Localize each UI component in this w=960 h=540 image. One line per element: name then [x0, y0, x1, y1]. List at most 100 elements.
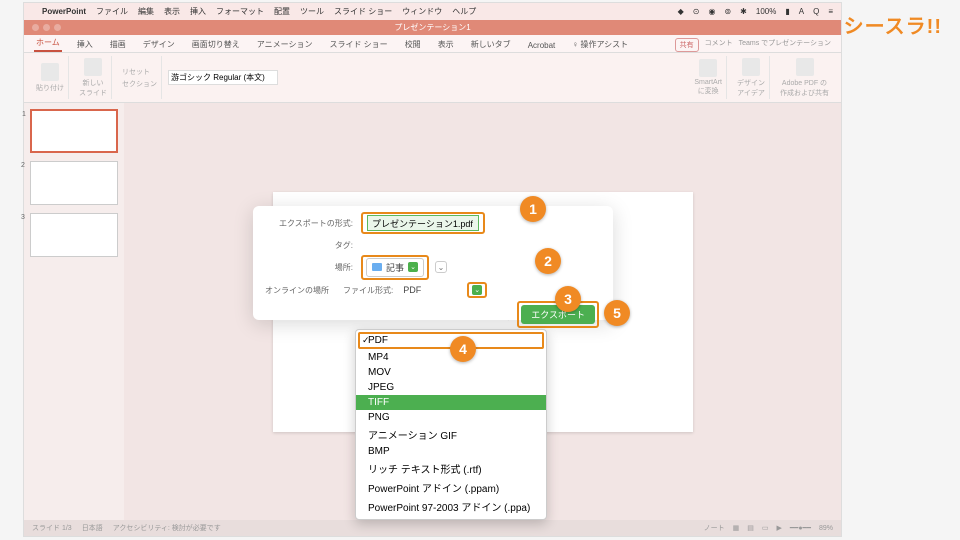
location-label: 場所: — [265, 262, 361, 273]
thumb-3[interactable]: 3 — [30, 213, 118, 257]
design-ideas-icon[interactable] — [742, 58, 760, 76]
dropdown-item-mov[interactable]: MOV — [356, 365, 546, 380]
zoom-value[interactable]: 89% — [819, 525, 833, 532]
battery-icon[interactable]: ▮ — [785, 7, 789, 16]
menu-slideshow[interactable]: スライド ショー — [334, 6, 392, 17]
folder-icon — [372, 263, 382, 271]
view-reading-icon[interactable]: ▭ — [762, 524, 769, 532]
adobe-icon[interactable] — [796, 58, 814, 76]
filename-input[interactable] — [367, 215, 479, 231]
menu-format[interactable]: フォーマット — [216, 6, 264, 17]
maximize-icon[interactable] — [54, 24, 61, 31]
menu-edit[interactable]: 編集 — [138, 6, 154, 17]
menu-view[interactable]: 表示 — [164, 6, 180, 17]
menu-insert[interactable]: 挿入 — [190, 6, 206, 17]
format-label: ファイル形式: — [343, 285, 393, 296]
dropdown-item-jpeg[interactable]: JPEG — [356, 380, 546, 395]
dropdown-item-ppam[interactable]: PowerPoint アドイン (.ppam) — [356, 478, 546, 497]
paste-icon[interactable] — [41, 63, 59, 81]
minimize-icon[interactable] — [43, 24, 50, 31]
smartart-label: SmartArt に変換 — [694, 79, 722, 96]
location-select[interactable]: 記事 ⌄ — [366, 258, 424, 277]
control-center-icon[interactable]: ≡ — [828, 7, 833, 16]
expand-button[interactable]: ⌄ — [435, 261, 447, 273]
tag-label: タグ: — [265, 240, 361, 251]
dropdown-item-ppa[interactable]: PowerPoint 97-2003 アドイン (.ppa) — [356, 497, 546, 516]
input-icon[interactable]: A — [799, 7, 804, 16]
reset-button[interactable]: リセット — [122, 67, 150, 77]
dropdown-item-bmp[interactable]: BMP — [356, 444, 546, 459]
tab-new[interactable]: 新しいタブ — [469, 37, 513, 52]
language[interactable]: 日本語 — [82, 523, 103, 533]
search-icon[interactable]: Q — [813, 7, 819, 16]
tab-view[interactable]: 表示 — [436, 37, 456, 52]
menu-arrange[interactable]: 配置 — [274, 6, 290, 17]
tab-acrobat[interactable]: Acrobat — [526, 39, 558, 52]
dropdown-item-rtf[interactable]: リッチ テキスト形式 (.rtf) — [356, 459, 546, 478]
tab-draw[interactable]: 描画 — [108, 37, 128, 52]
app-name[interactable]: PowerPoint — [42, 7, 86, 16]
thumb-1[interactable]: 1 — [30, 109, 118, 153]
tab-insert[interactable]: 挿入 — [75, 37, 95, 52]
comment-button[interactable]: コメント — [705, 38, 733, 52]
export-name-label: エクスポートの形式: — [265, 218, 361, 229]
cloud-icon[interactable]: ◉ — [708, 7, 715, 16]
filename-highlight — [361, 212, 485, 234]
view-sorter-icon[interactable]: ▤ — [747, 524, 754, 532]
new-slide-label: 新しい スライド — [79, 78, 107, 98]
window-titlebar: プレゼンテーション1 — [24, 20, 841, 35]
status-icon[interactable]: ⊙ — [693, 7, 700, 16]
status-bar: スライド 1/3 日本語 アクセシビリティ: 検討が必要です ノート ▦ ▤ ▭… — [24, 520, 841, 536]
online-location[interactable]: オンラインの場所 — [265, 285, 329, 296]
tab-transition[interactable]: 画面切り替え — [190, 37, 242, 52]
section-button[interactable]: セクション — [122, 79, 157, 89]
menu-tool[interactable]: ツール — [300, 6, 324, 17]
format-value: PDF — [399, 285, 461, 295]
accessibility[interactable]: アクセシビリティ: 検討が必要です — [113, 523, 221, 533]
tab-design[interactable]: デザイン — [141, 37, 177, 52]
format-select-highlight: ⌄ — [467, 282, 487, 298]
tab-home[interactable]: ホーム — [34, 35, 62, 52]
format-dropdown[interactable]: ✓PDF MP4 MOV JPEG TIFF PNG アニメーション GIF B… — [355, 329, 547, 520]
new-slide-icon[interactable] — [84, 58, 102, 76]
tab-animation[interactable]: アニメーション — [255, 37, 315, 52]
bluetooth-icon[interactable]: ✱ — [740, 7, 747, 16]
callout-5: 5 — [604, 300, 630, 326]
view-slideshow-icon[interactable]: ▶ — [777, 524, 782, 532]
tab-slideshow[interactable]: スライド ショー — [327, 37, 389, 52]
share-button[interactable]: 共有 — [675, 38, 699, 52]
dropdown-item-png[interactable]: PNG — [356, 410, 546, 425]
smartart-icon[interactable] — [699, 59, 717, 77]
ribbon-tabs: ホーム 挿入 描画 デザイン 画面切り替え アニメーション スライド ショー 校… — [24, 35, 841, 53]
menu-window[interactable]: ウィンドウ — [402, 6, 442, 17]
wifi-icon[interactable]: ⊚ — [724, 7, 731, 16]
view-normal-icon[interactable]: ▦ — [733, 524, 740, 532]
zoom-slider[interactable]: ━━●━━ — [790, 524, 811, 532]
chevron-updown-icon: ⌄ — [408, 262, 418, 272]
window-title: プレゼンテーション1 — [394, 22, 470, 33]
teams-button[interactable]: Teams でプレゼンテーション — [739, 38, 831, 52]
notes-button[interactable]: ノート — [704, 523, 725, 533]
location-highlight: 記事 ⌄ — [361, 255, 429, 280]
font-select[interactable] — [168, 70, 278, 85]
callout-4: 4 — [450, 336, 476, 362]
dropdown-item-gif[interactable]: アニメーション GIF — [356, 425, 546, 444]
adobe-label: Adobe PDF の 作成および共有 — [780, 78, 829, 98]
design-ideas-label: デザイン アイデア — [737, 78, 765, 98]
tell-me[interactable]: ♀ 操作アシスト — [570, 37, 630, 52]
callout-3: 3 — [555, 286, 581, 312]
callout-2: 2 — [535, 248, 561, 274]
slide-counter: スライド 1/3 — [32, 523, 72, 533]
menu-help[interactable]: ヘルプ — [452, 6, 476, 17]
location-value: 記事 — [386, 261, 404, 274]
callout-1: 1 — [520, 196, 546, 222]
battery-text: 100% — [756, 7, 776, 16]
thumb-2[interactable]: 2 — [30, 161, 118, 205]
ribbon-toolbar: 貼り付け 新しい スライド リセット セクション SmartArt に変換 デザ… — [24, 53, 841, 103]
menu-file[interactable]: ファイル — [96, 6, 128, 17]
dropbox-icon[interactable]: ◆ — [678, 7, 684, 16]
tab-review[interactable]: 校閲 — [403, 37, 423, 52]
dropdown-item-tiff[interactable]: TIFF — [356, 395, 546, 410]
format-chevron-icon[interactable]: ⌄ — [472, 285, 482, 295]
close-icon[interactable] — [32, 24, 39, 31]
